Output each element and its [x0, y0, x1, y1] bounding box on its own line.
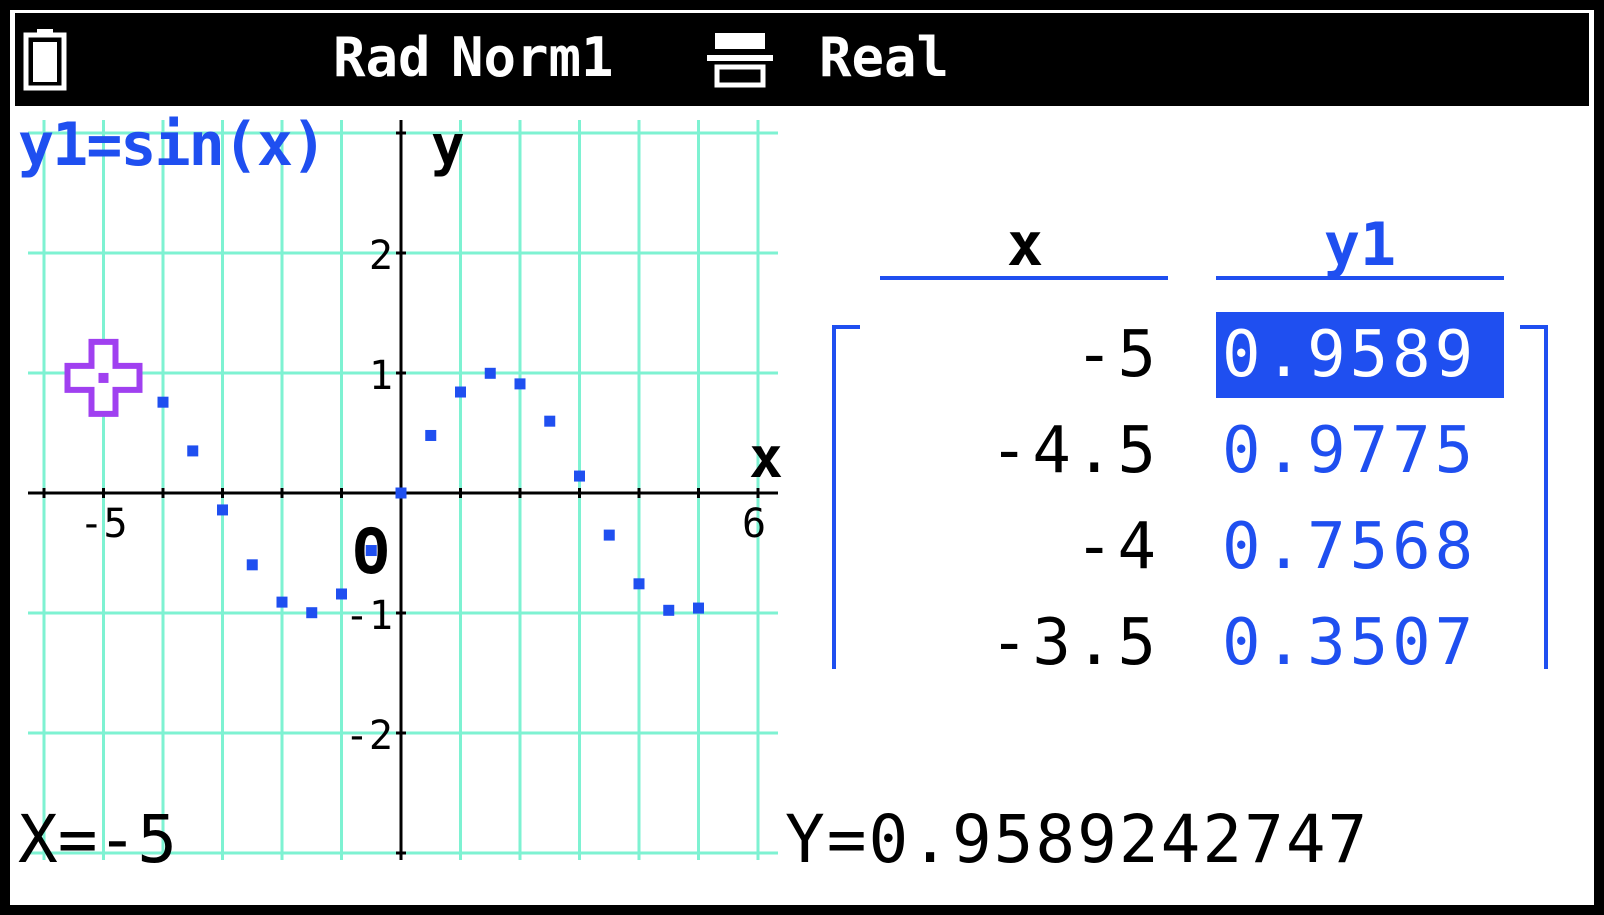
- table-cell-y1-selected[interactable]: 0.9589: [1216, 312, 1504, 398]
- data-point: [455, 386, 466, 398]
- data-point: [484, 367, 496, 379]
- table-cell-x: -5: [1074, 318, 1160, 392]
- table-cell-x: -3.5: [989, 606, 1160, 680]
- x-tick-label: 6: [742, 501, 766, 547]
- table-cell-y1[interactable]: 0.9775: [1216, 408, 1504, 494]
- data-point: [574, 470, 585, 482]
- table-cell-x: -4.5: [989, 414, 1160, 488]
- data-point: [633, 578, 645, 590]
- data-point: [395, 487, 407, 499]
- data-point: [246, 559, 258, 571]
- graph-equation: y1=sin(x): [18, 110, 327, 180]
- y-readout: Y=0.9589242747: [785, 801, 1370, 878]
- header-rule-x: [880, 276, 1168, 280]
- y-tick-label: -2: [345, 713, 393, 759]
- data-point: [663, 604, 675, 616]
- x-axis-label: x: [749, 426, 783, 491]
- data-point: [693, 602, 704, 614]
- data-point: [276, 596, 288, 608]
- data-point: [306, 607, 318, 619]
- table-header-x: x: [1006, 210, 1044, 280]
- x-readout: X=-5: [18, 801, 177, 878]
- number-mode: Real: [819, 26, 950, 89]
- data-point: [336, 588, 347, 600]
- x-tick-label: -5: [79, 501, 127, 547]
- data-point: [544, 415, 556, 427]
- table-cell-x: -4: [1074, 510, 1160, 584]
- y-tick-label: 2: [369, 233, 393, 279]
- calculator-screen: Rad Norm1 Real -5621-1-2yxO y1=sin(x) x …: [10, 10, 1594, 905]
- data-point: [603, 529, 615, 541]
- header-rule-y1: [1216, 276, 1504, 280]
- data-point: [187, 445, 199, 457]
- table-bracket-right: [1520, 325, 1548, 669]
- data-point: [365, 545, 377, 557]
- y-tick-label: -1: [345, 593, 393, 639]
- data-point: [514, 378, 526, 390]
- data-point: [425, 429, 437, 441]
- table-cell-y1[interactable]: 0.3507: [1216, 600, 1504, 686]
- y-axis-label: y: [431, 114, 465, 179]
- trace-cursor-center: [98, 372, 109, 383]
- data-point: [217, 504, 228, 516]
- table-bracket-left: [832, 325, 860, 669]
- y-tick-label: 1: [369, 353, 393, 399]
- table-cell-y1[interactable]: 0.7568: [1216, 504, 1504, 590]
- data-point: [157, 396, 169, 408]
- table-header-y1: y1: [1323, 210, 1397, 280]
